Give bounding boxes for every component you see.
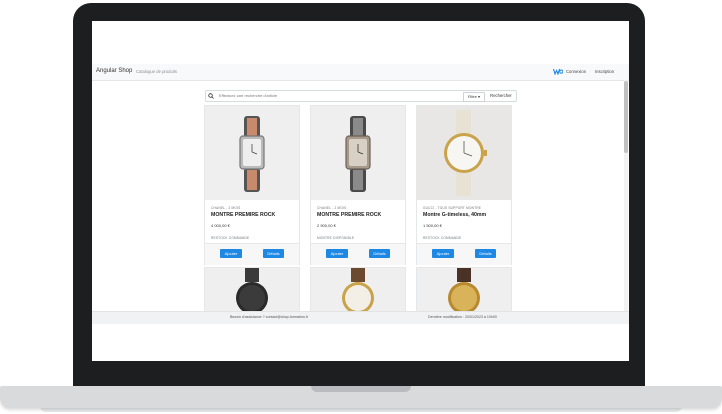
search-bar: Filtre ▾ Rechercher <box>205 90 517 102</box>
footer-contact[interactable]: Besoin d'assistance ? contact@shop-forma… <box>230 315 308 319</box>
search-input[interactable] <box>219 92 459 98</box>
product-card[interactable] <box>310 267 406 313</box>
product-brand: CHANEL - 2 MOIS <box>317 206 347 210</box>
laptop-notch <box>311 386 411 392</box>
product-brand: CHANEL - 2 MOIS <box>211 206 241 210</box>
card-footer: Ajouter Détails <box>311 243 405 265</box>
catalog-link[interactable]: Catalogue de produits <box>136 69 177 74</box>
footer-updated: Dernière modification : 20/01/2023 à 10h… <box>428 315 497 319</box>
details-button[interactable]: Détails <box>369 249 390 258</box>
product-card: GUCCI - TOUS SUPPORT MONTRE Montre G-tim… <box>416 105 512 265</box>
product-price: 4 000,00 € <box>211 223 230 228</box>
product-price: 1 500,00 € <box>423 223 442 228</box>
product-title[interactable]: MONTRE PREMIRE ROCK <box>211 212 275 218</box>
product-card[interactable] <box>204 267 300 313</box>
search-icon <box>208 93 214 99</box>
product-image[interactable] <box>311 106 405 200</box>
page-footer: Besoin d'assistance ? contact@shop-forma… <box>92 311 629 324</box>
filter-dropdown[interactable]: Filtre ▾ <box>463 92 485 102</box>
product-stock: RESTOCK COMMANDE <box>423 236 462 240</box>
product-stock: MONTRE DISPONIBLE <box>317 236 355 240</box>
brand-link[interactable]: Angular Shop <box>96 68 132 74</box>
product-title[interactable]: MONTRE PREMIRE ROCK <box>317 212 381 218</box>
details-button[interactable]: Détails <box>263 249 284 258</box>
product-image[interactable] <box>205 106 299 200</box>
browser-screen: Angular Shop Catalogue de produits Conne… <box>92 21 629 361</box>
product-brand: GUCCI - TOUS SUPPORT MONTRE <box>423 206 482 210</box>
scrollbar-thumb[interactable] <box>624 81 628 153</box>
navbar: Angular Shop Catalogue de produits Conne… <box>92 64 629 81</box>
card-footer: Ajouter Détails <box>417 243 511 265</box>
shop-logo-icon[interactable] <box>553 68 563 75</box>
search-button[interactable]: Rechercher <box>486 92 516 100</box>
product-title[interactable]: Montre G-timeless, 40mm <box>423 212 486 218</box>
product-card: CHANEL - 2 MOIS MONTRE PREMIRE ROCK 4 00… <box>204 105 300 265</box>
product-card: CHANEL - 2 MOIS MONTRE PREMIRE ROCK 2 90… <box>310 105 406 265</box>
add-to-cart-button[interactable]: Ajouter <box>220 249 242 258</box>
register-link[interactable]: Inscription <box>595 69 614 74</box>
login-link[interactable]: Connexion <box>566 69 586 74</box>
add-to-cart-button[interactable]: Ajouter <box>326 249 348 258</box>
product-card[interactable] <box>416 267 512 313</box>
product-image[interactable] <box>417 106 511 200</box>
product-stock: RESTOCK COMMANDE <box>211 236 250 240</box>
product-price: 2 900,00 € <box>317 223 336 228</box>
details-button[interactable]: Détails <box>475 249 496 258</box>
card-footer: Ajouter Détails <box>205 243 299 265</box>
add-to-cart-button[interactable]: Ajouter <box>432 249 454 258</box>
